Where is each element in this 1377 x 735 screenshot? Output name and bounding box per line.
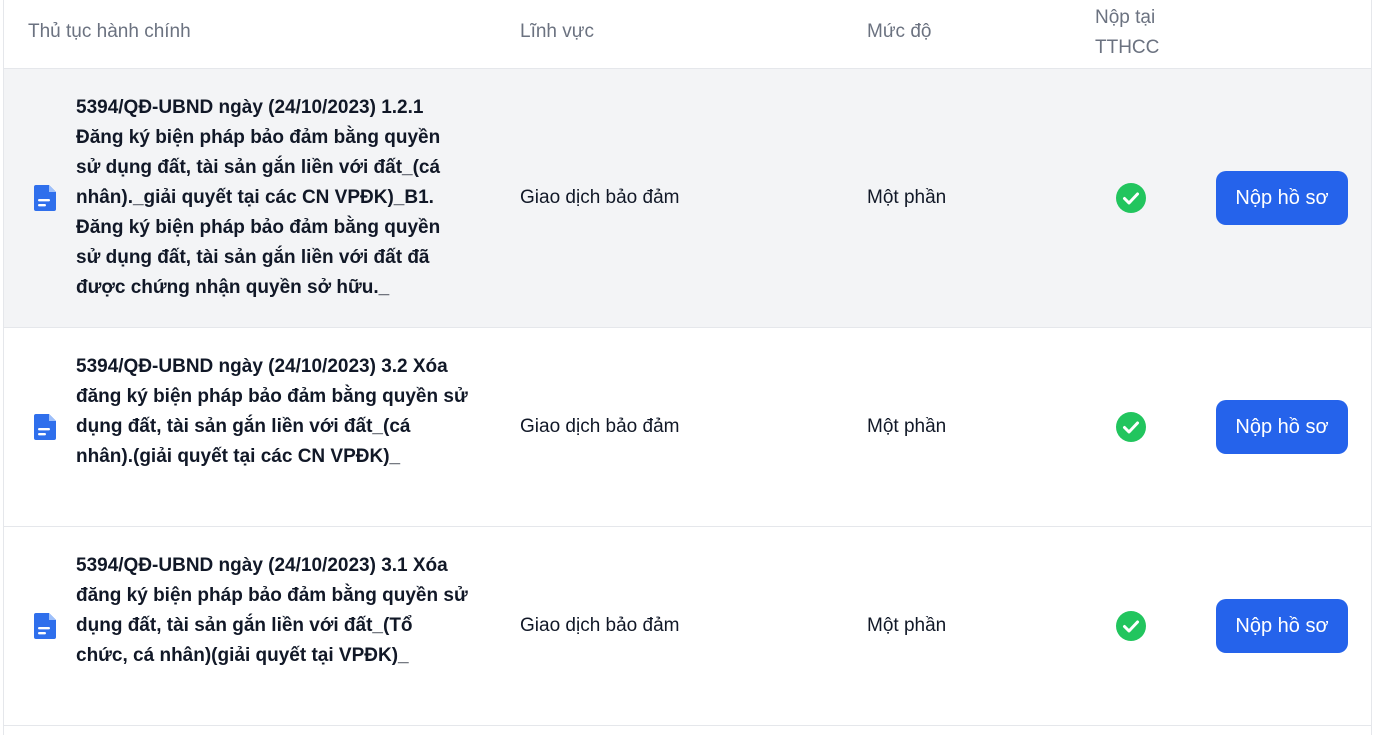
header-level[interactable]: Mức độ <box>867 17 931 47</box>
table-row[interactable]: 5394/QĐ-UBND ngày (24/10/2023) 3.2 Xóa đ… <box>4 328 1371 527</box>
table-row[interactable]: 5394/QĐ-UBND ngày (24/10/2023) 1.2.1 Đăn… <box>4 69 1371 328</box>
check-circle-icon <box>1116 611 1146 641</box>
document-icon <box>34 613 56 639</box>
procedure-level: Một phần <box>867 416 947 437</box>
submit-application-button[interactable]: Nộp hồ sơ <box>1216 400 1348 454</box>
procedure-name[interactable]: 5394/QĐ-UBND ngày (24/10/2023) 3.1 Xóa đ… <box>76 551 468 671</box>
procedure-field: Giao dịch bảo đảm <box>520 615 680 636</box>
submit-application-button[interactable]: Nộp hồ sơ <box>1216 171 1348 225</box>
header-procedure[interactable]: Thủ tục hành chính <box>28 17 191 47</box>
procedure-name[interactable]: 5394/QĐ-UBND ngày (24/10/2023) 3.2 Xóa đ… <box>76 352 468 472</box>
table-row[interactable]: 5394/QĐ-UBND ngày (24/10/2023) 3.1 Xóa đ… <box>4 527 1371 726</box>
procedure-name[interactable]: 5394/QĐ-UBND ngày (24/10/2023) 1.2.1 Đăn… <box>76 93 468 303</box>
header-field[interactable]: Lĩnh vực <box>520 17 594 47</box>
header-submit-at[interactable]: Nộp tại TTHCC <box>1095 3 1185 63</box>
check-circle-icon <box>1116 183 1146 213</box>
procedure-level: Một phần <box>867 187 947 208</box>
procedures-table: Thủ tục hành chính Lĩnh vực Mức độ Nộp t… <box>3 0 1372 735</box>
procedure-level: Một phần <box>867 615 947 636</box>
check-circle-icon <box>1116 412 1146 442</box>
document-icon <box>34 414 56 440</box>
procedure-field: Giao dịch bảo đảm <box>520 187 680 208</box>
table-header: Thủ tục hành chính Lĩnh vực Mức độ Nộp t… <box>4 0 1371 69</box>
submit-application-button[interactable]: Nộp hồ sơ <box>1216 599 1348 653</box>
document-icon <box>34 185 56 211</box>
procedure-field: Giao dịch bảo đảm <box>520 416 680 437</box>
